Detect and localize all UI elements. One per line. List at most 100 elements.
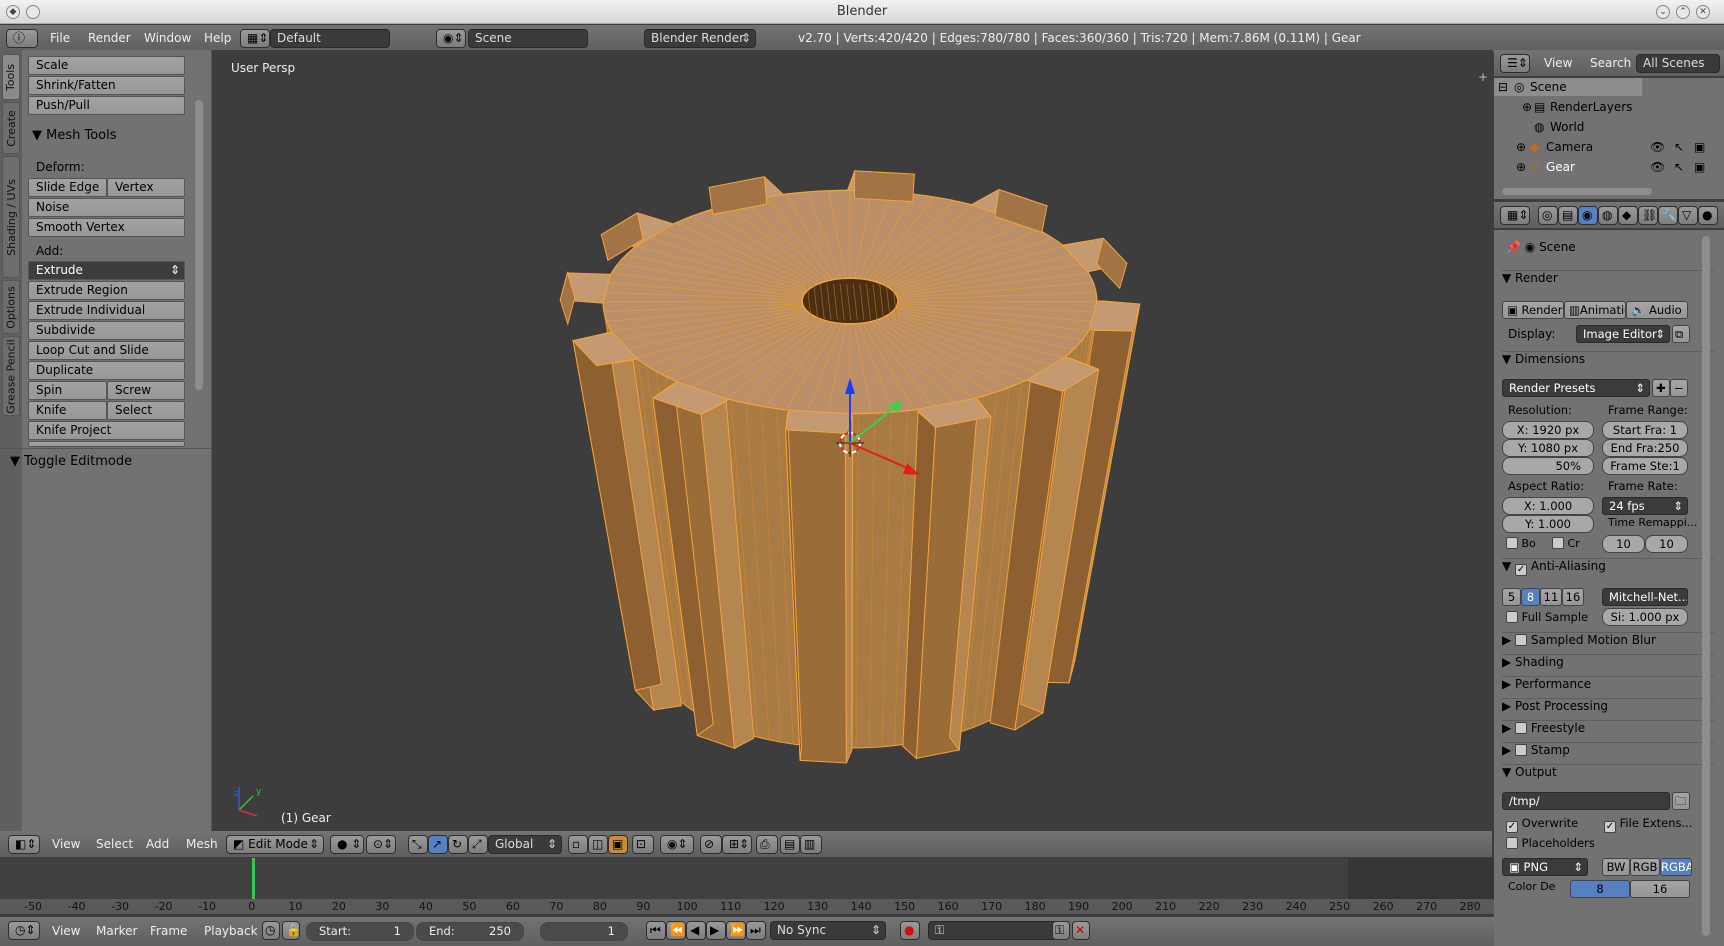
render-still-icon[interactable]: ▤ bbox=[780, 835, 800, 854]
menu-window[interactable]: Window bbox=[144, 31, 191, 45]
timeline-menu-playback[interactable]: Playback bbox=[204, 924, 258, 938]
color-mode-bw[interactable]: BW bbox=[1602, 858, 1630, 876]
outliner-menu-view[interactable]: View bbox=[1544, 56, 1572, 70]
tab-shading-uvs[interactable]: Shading / UVs bbox=[2, 156, 20, 278]
stamp-panel-header[interactable]: ▶ Stamp bbox=[1502, 742, 1714, 762]
spin-button[interactable]: Spin bbox=[28, 381, 107, 400]
noise-button[interactable]: Noise bbox=[28, 198, 185, 217]
frame-step-field[interactable]: Frame Ste:1 bbox=[1602, 457, 1688, 475]
aspect-x-field[interactable]: X: 1.000 bbox=[1502, 497, 1594, 515]
snap-toggle-icon[interactable]: ⊘ bbox=[700, 835, 722, 854]
next-keyframe-icon[interactable]: ⏩ bbox=[726, 921, 746, 940]
timeline-menu-view[interactable]: View bbox=[52, 924, 80, 938]
subdivide-button[interactable]: Subdivide bbox=[28, 321, 185, 340]
toggle-editmode-panel-header[interactable]: ▼ Toggle Editmode bbox=[10, 454, 132, 469]
jump-start-icon[interactable]: ⏮ bbox=[646, 921, 666, 940]
output-panel-header[interactable]: ▼ Output bbox=[1502, 764, 1714, 784]
render-engine-select[interactable]: Blender Render ⇕ bbox=[644, 29, 756, 48]
layout-browse-button[interactable]: ▦⇕ bbox=[240, 29, 270, 48]
face-select-icon[interactable]: ▣ bbox=[608, 835, 628, 854]
aa-samples-11[interactable]: 11 bbox=[1540, 588, 1562, 606]
knife-project-button[interactable]: Knife Project bbox=[28, 421, 185, 440]
outliner-item-scene[interactable]: ⊟ ◎ Scene bbox=[1494, 80, 1724, 98]
render-camera-icon[interactable]: ▣ bbox=[1694, 160, 1705, 174]
outliner-menu-search[interactable]: Search bbox=[1590, 56, 1631, 70]
scale-button[interactable]: Scale bbox=[28, 56, 185, 75]
menu-select[interactable]: Select bbox=[96, 837, 133, 851]
extrude-region-button[interactable]: Extrude Region bbox=[28, 281, 185, 300]
freestyle-check-icon[interactable] bbox=[1515, 722, 1528, 734]
editor-type-info-button[interactable]: ⓘ ⇕ bbox=[6, 29, 38, 62]
bisect-button-partial[interactable] bbox=[28, 441, 185, 447]
rotate-manipulator-icon[interactable]: ↻ bbox=[448, 835, 468, 854]
end-frame-field[interactable]: End: 250 bbox=[416, 922, 524, 941]
proportional-edit-select[interactable]: ◉⇕ bbox=[660, 835, 694, 854]
edge-select-icon[interactable]: ◫ bbox=[588, 835, 608, 854]
visibility-eye-icon[interactable]: 👁 bbox=[1650, 140, 1665, 154]
scene-context-icon[interactable]: ◉ bbox=[1578, 206, 1598, 225]
file-extensions-checkbox[interactable]: ✓ File Extens... bbox=[1604, 816, 1692, 833]
object-context-icon[interactable]: ◆ bbox=[1618, 206, 1638, 225]
scene-name-field[interactable]: Scene bbox=[468, 29, 588, 48]
timeline-menu-frame[interactable]: Frame bbox=[150, 924, 187, 938]
menu-add[interactable]: Add bbox=[146, 837, 169, 851]
sync-mode-select[interactable]: No Sync ⇕ bbox=[770, 921, 886, 940]
loop-cut-button[interactable]: Loop Cut and Slide bbox=[28, 341, 185, 360]
modifiers-context-icon[interactable]: 🔧 bbox=[1658, 206, 1678, 225]
manipulator-toggle-icon[interactable]: ⤡ bbox=[408, 835, 428, 854]
insert-keyframe-icon[interactable]: ⚿ bbox=[1052, 921, 1070, 940]
filter-size-field[interactable]: Si: 1.000 px bbox=[1602, 608, 1688, 626]
tab-grease-pencil[interactable]: Grease Pencil bbox=[2, 336, 20, 416]
screw-button[interactable]: Screw bbox=[107, 381, 185, 400]
vertex-select-icon[interactable]: ▫ bbox=[568, 835, 588, 854]
aa-filter-select[interactable]: Mitchell-Net... bbox=[1602, 588, 1688, 606]
renderlayer-context-icon[interactable]: ▤ bbox=[1558, 206, 1578, 225]
aa-samples-5[interactable]: 5 bbox=[1502, 588, 1521, 606]
remap-new-field[interactable]: 10 bbox=[1645, 535, 1688, 553]
menu-help[interactable]: Help bbox=[204, 31, 231, 45]
file-format-select[interactable]: ▣ PNG ⇕ bbox=[1502, 858, 1588, 876]
outliner-scrollbar[interactable] bbox=[1502, 188, 1652, 195]
color-depth-16[interactable]: 16 bbox=[1630, 880, 1690, 898]
data-context-icon[interactable]: ▽ bbox=[1678, 206, 1698, 225]
remove-preset-icon[interactable]: − bbox=[1670, 379, 1688, 397]
anti-aliasing-panel-header[interactable]: ▼ ✓ Anti-Aliasing bbox=[1502, 558, 1714, 578]
display-select[interactable]: Image Editor ⇕ bbox=[1576, 325, 1670, 343]
preview-range-icon[interactable]: ◷ bbox=[262, 921, 280, 940]
render-presets-select[interactable]: Render Presets ⇕ bbox=[1502, 379, 1650, 397]
maximize-icon[interactable]: ⌃ bbox=[1676, 5, 1690, 19]
aa-samples-8[interactable]: 8 bbox=[1521, 588, 1540, 606]
menu-mesh[interactable]: Mesh bbox=[186, 837, 218, 851]
timeline-menu-marker[interactable]: Marker bbox=[96, 924, 137, 938]
render-animation-button[interactable]: ▥Animatio bbox=[1564, 301, 1626, 319]
minimize-icon[interactable]: ⌄ bbox=[1656, 5, 1670, 19]
render-still-button[interactable]: ▣ Render bbox=[1502, 301, 1564, 319]
prev-keyframe-icon[interactable]: ⏪ bbox=[666, 921, 686, 940]
select-arrow-icon[interactable]: ↖ bbox=[1674, 140, 1684, 154]
visibility-eye-icon[interactable]: 👁 bbox=[1650, 160, 1665, 174]
outliner-item-camera[interactable]: ⊕ ◆ Camera 👁 ↖ ▣ bbox=[1494, 140, 1724, 158]
render-anim-icon[interactable]: ▥ bbox=[800, 835, 822, 854]
add-preset-icon[interactable]: ✚ bbox=[1652, 379, 1670, 397]
transform-orientation-select[interactable]: Global ⇕ bbox=[488, 835, 562, 854]
toolshelf-scrollbar[interactable] bbox=[195, 100, 203, 390]
outliner-item-world[interactable]: ◍ World bbox=[1494, 120, 1724, 138]
render-context-icon[interactable]: ◎ bbox=[1538, 206, 1558, 225]
snap-element-select[interactable]: ⊞⇕ bbox=[722, 835, 752, 854]
full-sample-checkbox[interactable]: Full Sample bbox=[1506, 610, 1588, 624]
opengl-render-icon[interactable]: ⎙ bbox=[756, 835, 778, 854]
scale-manipulator-icon[interactable]: ⤢ bbox=[468, 835, 488, 854]
folder-browse-icon[interactable]: 🗀 bbox=[1672, 792, 1690, 810]
timeline[interactable]: -50 -40 -30 -20 -10 0 10 20 30 40 50 60 70 80 90 100 110… bbox=[0, 858, 1494, 914]
3d-viewport[interactable]: User Persp (1) Gear + z y bbox=[212, 50, 1492, 831]
world-context-icon[interactable]: ◍ bbox=[1598, 206, 1618, 225]
knife-select-button[interactable]: Select bbox=[107, 401, 185, 420]
delete-keyframe-icon[interactable]: ✕ bbox=[1072, 921, 1090, 940]
tab-options[interactable]: Options bbox=[2, 280, 20, 334]
border-checkbox[interactable]: Bo bbox=[1506, 537, 1536, 550]
menu-render[interactable]: Render bbox=[88, 31, 131, 45]
performance-panel-header[interactable]: ▶ Performance bbox=[1502, 676, 1714, 696]
tab-create[interactable]: Create bbox=[2, 102, 20, 154]
anti-aliasing-check-icon[interactable]: ✓ bbox=[1515, 564, 1528, 576]
tab-tools[interactable]: Tools bbox=[2, 54, 20, 100]
